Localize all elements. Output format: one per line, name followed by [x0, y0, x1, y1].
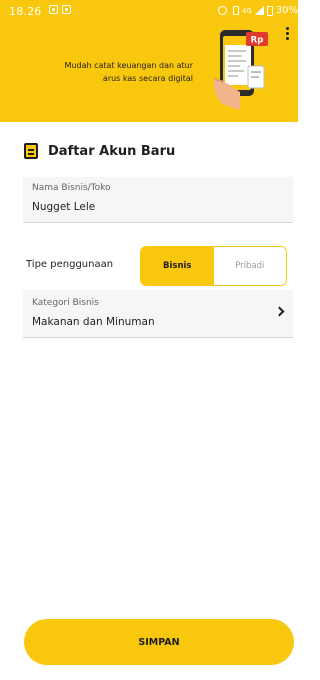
phone-receipt-illustration: Rp — [213, 30, 268, 110]
usage-type-toggle: Bisnis Pribadi — [140, 246, 287, 286]
chevron-right-icon — [274, 306, 285, 317]
header-banner: 18.26 4G 30% Mudah catat keuangan dan at… — [0, 0, 298, 122]
business-name-field[interactable]: Nama Bisnis/Toko Nugget Lele — [23, 177, 293, 223]
vibrate-icon — [232, 6, 239, 15]
gallery-icon — [62, 5, 71, 14]
status-time: 18.26 — [9, 5, 42, 18]
rp-badge: Rp — [251, 36, 264, 46]
battery-percent: 30% — [275, 5, 298, 16]
battery-icon — [266, 5, 273, 16]
tagline-line-2: arus kas secara digital — [102, 74, 193, 83]
business-name-label: Nama Bisnis/Toko — [32, 183, 111, 193]
usage-type-label: Tipe penggunaan — [26, 259, 114, 270]
gallery-icon — [49, 5, 58, 14]
business-category-field[interactable]: Kategori Bisnis Makanan dan Minuman — [23, 290, 293, 338]
more-vert-icon[interactable] — [286, 27, 290, 40]
page-title-row: Daftar Akun Baru — [24, 143, 175, 159]
business-category-label: Kategori Bisnis — [32, 298, 99, 308]
page-title: Daftar Akun Baru — [48, 143, 176, 159]
status-indicators: 4G 30% — [217, 5, 298, 16]
tagline-line-1: Mudah catat keuangan dan atur — [64, 61, 193, 70]
header-tagline: Mudah catat keuangan dan atur arus kas s… — [0, 59, 193, 85]
status-bar: 18.26 4G 30% — [0, 0, 298, 22]
business-category-value: Makanan dan Minuman — [32, 316, 155, 328]
document-icon — [24, 143, 38, 159]
usage-type-personal-button[interactable]: Pribadi — [213, 247, 286, 285]
business-name-value: Nugget Lele — [32, 201, 96, 213]
usage-type-business-button[interactable]: Bisnis — [141, 247, 214, 285]
notification-icons — [49, 5, 71, 14]
signal-icon — [254, 6, 264, 15]
alarm-icon — [217, 6, 227, 15]
network-type: 4G — [241, 6, 252, 15]
save-button[interactable]: SIMPAN — [24, 619, 294, 665]
